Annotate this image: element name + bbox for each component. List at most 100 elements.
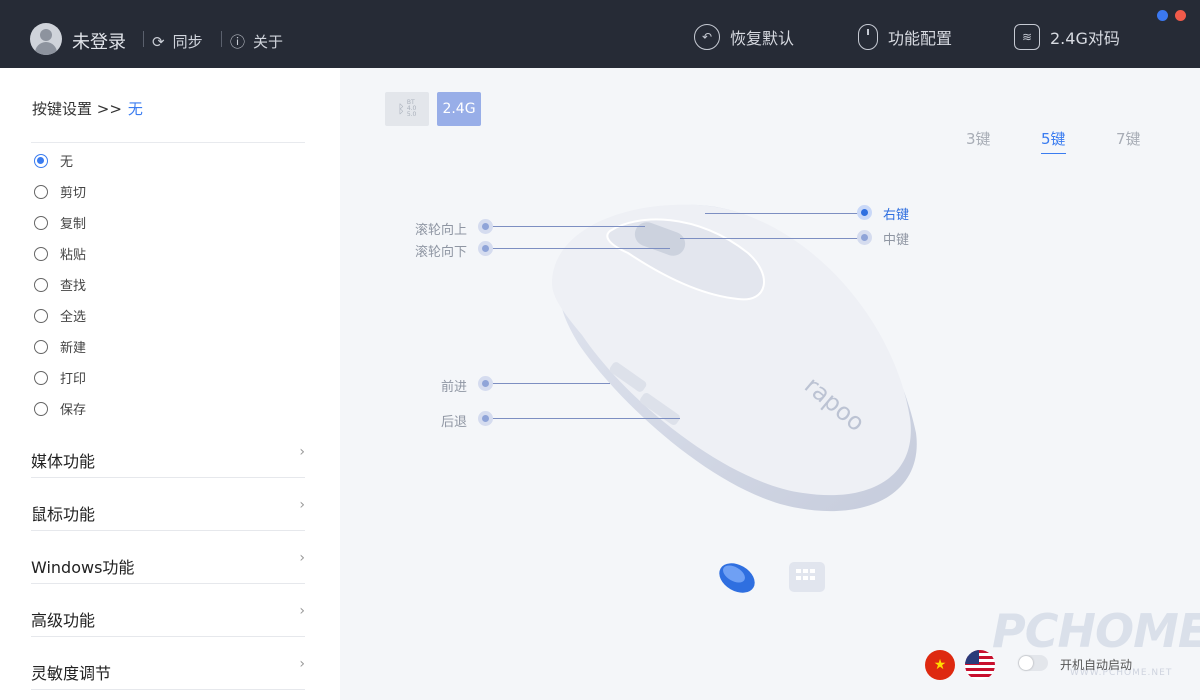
divider xyxy=(221,31,222,47)
watermark: PCHOME xyxy=(992,604,1200,658)
about-button[interactable]: ⓘ 关于 xyxy=(230,31,283,52)
language-chinese-flag-icon[interactable]: ★ xyxy=(925,650,955,680)
option-label: 新建 xyxy=(60,341,87,356)
option-label: 打印 xyxy=(60,372,87,387)
key-setting-value: 无 xyxy=(127,100,143,118)
mode-24g-button[interactable]: 2.4G xyxy=(437,92,481,126)
radio-button[interactable] xyxy=(34,215,48,230)
callout-line xyxy=(485,226,645,227)
label-forward: 前进 xyxy=(441,380,468,395)
option-label: 复制 xyxy=(60,217,87,232)
about-label: 关于 xyxy=(253,33,284,51)
option-select-all[interactable]: 全选 xyxy=(34,306,86,325)
sync-button[interactable]: ⟳ 同步 xyxy=(152,31,203,52)
category-label: Windows功能 xyxy=(31,558,135,577)
option-paste[interactable]: 粘贴 xyxy=(34,244,86,263)
category-advanced[interactable]: 高级功能 › xyxy=(31,603,305,637)
autostart-toggle[interactable] xyxy=(1018,655,1048,671)
hotspot-forward[interactable] xyxy=(478,376,493,391)
autostart-label: 开机自动启动 xyxy=(1060,658,1133,672)
avatar[interactable] xyxy=(30,23,62,55)
callout-line xyxy=(705,213,865,214)
close-button[interactable] xyxy=(1175,10,1186,21)
function-config-button[interactable]: 功能配置 xyxy=(858,24,952,50)
key-setting-label: 按键设置 >> xyxy=(32,100,122,118)
radio-button[interactable] xyxy=(34,308,48,323)
mouse-icon xyxy=(858,24,878,50)
hotspot-back[interactable] xyxy=(478,411,493,426)
radio-button[interactable] xyxy=(34,153,48,168)
info-icon: ⓘ xyxy=(230,33,246,51)
option-label: 剪切 xyxy=(60,186,87,201)
layers-icon: ≋ xyxy=(1014,24,1040,50)
option-label: 全选 xyxy=(60,310,87,325)
undo-icon: ↶ xyxy=(694,24,720,50)
callout-line xyxy=(485,248,670,249)
option-cut[interactable]: 剪切 xyxy=(34,182,86,201)
option-label: 查找 xyxy=(60,279,87,294)
label-back: 后退 xyxy=(441,415,468,430)
language-english-flag-icon[interactable] xyxy=(965,650,995,680)
option-print[interactable]: 打印 xyxy=(34,368,86,387)
radio-button[interactable] xyxy=(34,277,48,292)
divider xyxy=(31,142,305,143)
radio-button[interactable] xyxy=(34,370,48,385)
category-media[interactable]: 媒体功能 › xyxy=(31,444,305,478)
label-scroll-up: 滚轮向上 xyxy=(415,223,468,238)
restore-default-label: 恢复默认 xyxy=(730,29,795,48)
tab-7-keys[interactable]: 7键 xyxy=(1116,128,1141,149)
callout-line xyxy=(485,418,680,419)
pairing-label: 2.4G对码 xyxy=(1050,29,1120,48)
hotspot-middle-key[interactable] xyxy=(857,230,872,245)
bt-version-label: BT 4.0 5.0 xyxy=(406,99,417,118)
pairing-button[interactable]: ≋ 2.4G对码 xyxy=(1014,24,1120,50)
option-find[interactable]: 查找 xyxy=(34,275,86,294)
chevron-right-icon: › xyxy=(299,656,305,672)
option-copy[interactable]: 复制 xyxy=(34,213,86,232)
category-mouse[interactable]: 鼠标功能 › xyxy=(31,497,305,531)
function-config-label: 功能配置 xyxy=(888,29,953,48)
hotspot-scroll-up[interactable] xyxy=(478,219,493,234)
option-none[interactable]: 无 xyxy=(34,151,73,170)
minimize-button[interactable] xyxy=(1157,10,1168,21)
tab-3-keys[interactable]: 3键 xyxy=(966,128,991,149)
option-save[interactable]: 保存 xyxy=(34,399,86,418)
login-status[interactable]: 未登录 xyxy=(72,28,126,54)
sidebar: 按键设置 >> 无 无 剪切 复制 粘贴 查找 全选 新建 打印 保存 媒体功能 ›… xyxy=(0,68,340,700)
radio-button[interactable] xyxy=(34,184,48,199)
option-new[interactable]: 新建 xyxy=(34,337,86,356)
category-label: 鼠标功能 xyxy=(31,505,96,524)
category-windows[interactable]: Windows功能 › xyxy=(31,550,305,584)
key-setting-title: 按键设置 >> 无 xyxy=(32,98,143,119)
label-right-key: 右键 xyxy=(883,208,910,223)
callout-line xyxy=(680,238,865,239)
hotspot-scroll-down[interactable] xyxy=(478,241,493,256)
option-label: 粘贴 xyxy=(60,248,87,263)
divider xyxy=(143,31,144,47)
chevron-right-icon: › xyxy=(299,603,305,619)
radio-button[interactable] xyxy=(34,401,48,416)
sync-label: 同步 xyxy=(172,33,203,51)
category-sensitivity[interactable]: 灵敏度调节 › xyxy=(31,656,305,690)
chevron-right-icon: › xyxy=(299,444,305,460)
category-label: 高级功能 xyxy=(31,611,96,630)
label-scroll-down: 滚轮向下 xyxy=(415,245,468,260)
category-label: 灵敏度调节 xyxy=(31,664,112,683)
refresh-icon: ⟳ xyxy=(152,32,165,51)
restore-default-button[interactable]: ↶ 恢复默认 xyxy=(694,24,794,50)
radio-button[interactable] xyxy=(34,339,48,354)
hotspot-right-key[interactable] xyxy=(857,205,872,220)
chevron-right-icon: › xyxy=(299,497,305,513)
radio-button[interactable] xyxy=(34,246,48,261)
top-bar: 未登录 ⟳ 同步 ⓘ 关于 ↶ 恢复默认 功能配置 ≋ 2.4G对码 xyxy=(0,0,1200,68)
tab-5-keys[interactable]: 5键 xyxy=(1041,128,1066,154)
mouse-illustration: rapoo xyxy=(552,204,917,512)
bluetooth-icon: ᛒ xyxy=(397,102,405,116)
chevron-right-icon: › xyxy=(299,550,305,566)
bluetooth-mode-button[interactable]: ᛒ BT 4.0 5.0 xyxy=(385,92,429,126)
keyboard-device-icon[interactable] xyxy=(788,561,826,593)
callout-line xyxy=(485,383,610,384)
mouse-device-icon[interactable] xyxy=(716,560,758,596)
category-label: 媒体功能 xyxy=(31,452,96,471)
label-middle-key: 中键 xyxy=(883,233,910,248)
